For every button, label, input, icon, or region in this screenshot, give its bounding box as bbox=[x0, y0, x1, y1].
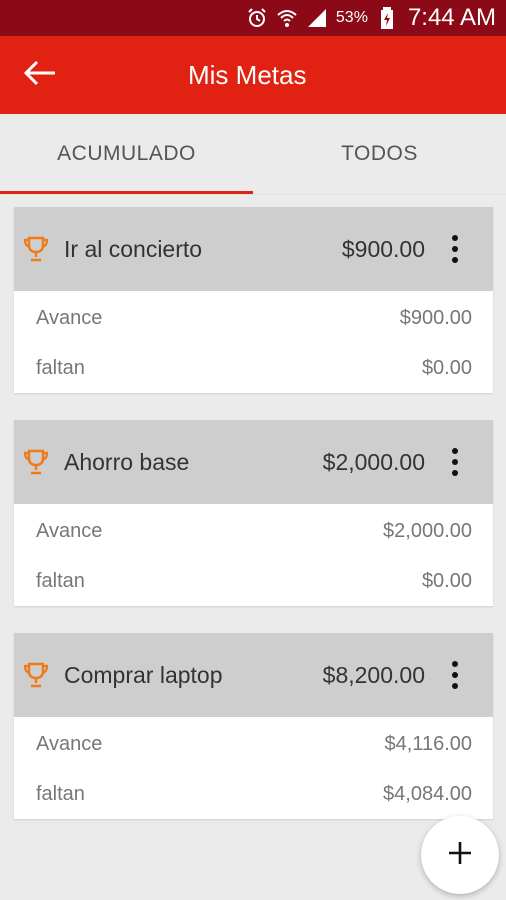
advance-label: Avance bbox=[36, 519, 103, 542]
goal-card-body: Avance $4,116.00 faltan $4,084.00 bbox=[14, 717, 493, 819]
goal-card: Comprar laptop $8,200.00 Avance $4,116.0… bbox=[14, 633, 493, 819]
advance-value: $2,000.00 bbox=[383, 519, 472, 542]
battery-icon bbox=[376, 7, 398, 29]
more-vert-icon[interactable] bbox=[447, 655, 463, 695]
remaining-label: faltan bbox=[36, 782, 85, 805]
signal-icon bbox=[306, 7, 328, 29]
trophy-icon bbox=[21, 234, 51, 264]
tab-bar: ACUMULADO TODOS bbox=[0, 114, 506, 194]
app-bar: Mis Metas bbox=[0, 36, 506, 114]
plus-icon bbox=[446, 839, 474, 872]
tab-todos[interactable]: TODOS bbox=[253, 114, 506, 194]
goal-name: Comprar laptop bbox=[64, 661, 223, 688]
goal-amount: $8,200.00 bbox=[322, 661, 425, 688]
advance-label: Avance bbox=[36, 306, 103, 329]
battery-percent: 53% bbox=[335, 9, 368, 26]
advance-value: $4,116.00 bbox=[384, 732, 473, 755]
goal-card-body: Avance $2,000.00 faltan $0.00 bbox=[14, 504, 493, 606]
advance-value: $900.00 bbox=[399, 306, 472, 329]
clock: 7:44 AM bbox=[407, 4, 496, 31]
goal-card-body: Avance $900.00 faltan $0.00 bbox=[14, 291, 493, 393]
goal-amount: $2,000.00 bbox=[322, 448, 425, 475]
advance-row: Avance $2,000.00 bbox=[14, 506, 493, 556]
advance-label: Avance bbox=[36, 732, 103, 755]
remaining-label: faltan bbox=[36, 356, 85, 379]
arrow-left-icon bbox=[23, 60, 57, 91]
alarm-icon bbox=[246, 7, 268, 29]
goal-name: Ir al concierto bbox=[64, 235, 203, 262]
tab-acumulado[interactable]: ACUMULADO bbox=[0, 114, 253, 194]
trophy-icon bbox=[21, 447, 51, 477]
remaining-value: $4,084.00 bbox=[383, 782, 472, 805]
remaining-value: $0.00 bbox=[421, 356, 472, 379]
page-title: Mis Metas bbox=[188, 59, 307, 90]
more-vert-icon[interactable] bbox=[447, 442, 463, 482]
goal-name: Ahorro base bbox=[64, 448, 190, 475]
remaining-row: faltan $4,084.00 bbox=[14, 769, 493, 819]
more-vert-icon[interactable] bbox=[447, 229, 463, 269]
remaining-row: faltan $0.00 bbox=[14, 343, 493, 393]
goal-card: Ahorro base $2,000.00 Avance $2,000.00 f… bbox=[14, 420, 493, 606]
advance-row: Avance $900.00 bbox=[14, 293, 493, 343]
advance-row: Avance $4,116.00 bbox=[14, 719, 493, 769]
remaining-value: $0.00 bbox=[421, 569, 472, 592]
goal-card: Ir al concierto $900.00 Avance $900.00 f… bbox=[14, 207, 493, 393]
wifi-icon bbox=[276, 7, 298, 29]
goal-card-header[interactable]: Comprar laptop $8,200.00 bbox=[14, 633, 493, 717]
status-bar: 53% 7:44 AM bbox=[0, 0, 506, 36]
goal-card-header[interactable]: Ir al concierto $900.00 bbox=[14, 207, 493, 291]
remaining-label: faltan bbox=[36, 569, 85, 592]
add-goal-button[interactable] bbox=[421, 816, 499, 894]
goal-card-header[interactable]: Ahorro base $2,000.00 bbox=[14, 420, 493, 504]
goal-amount: $900.00 bbox=[341, 235, 425, 262]
trophy-icon bbox=[21, 660, 51, 690]
remaining-row: faltan $0.00 bbox=[14, 556, 493, 606]
back-button[interactable] bbox=[0, 36, 80, 114]
